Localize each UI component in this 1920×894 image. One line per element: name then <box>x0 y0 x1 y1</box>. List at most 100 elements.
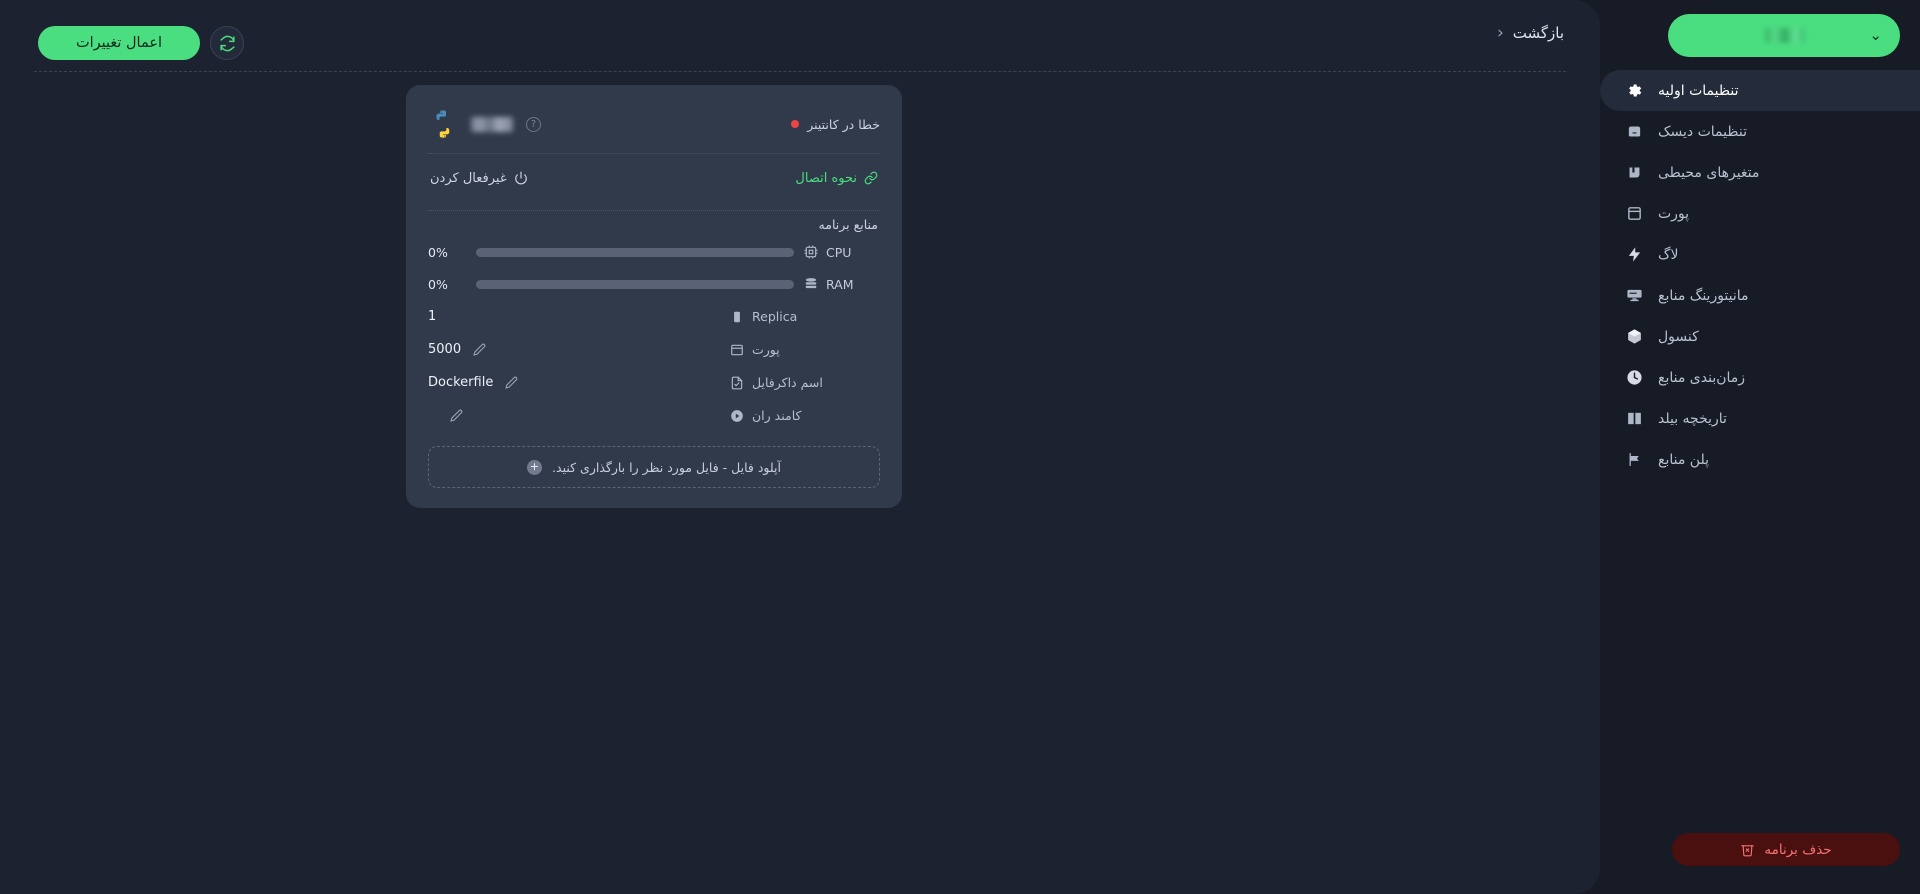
top-toolbar: اعمال تغییرات بازگشت ‹ <box>0 0 1600 72</box>
sidebar-item-env-vars[interactable]: متغیرهای محیطی <box>1600 152 1920 193</box>
connection-method-label: نحوه اتصال <box>795 170 857 186</box>
edit-port-button[interactable] <box>473 343 486 356</box>
field-row-run-command: کامند ران <box>428 399 880 432</box>
sidebar-item-label: زمان‌بندی منابع <box>1658 369 1746 386</box>
ram-icon <box>805 278 817 289</box>
ram-percent: 0% <box>428 276 448 292</box>
port-icon <box>731 344 743 355</box>
edit-dockerfile-button[interactable] <box>505 376 518 389</box>
refresh-button[interactable] <box>210 26 244 60</box>
sidebar-nav: تنظیمات اولیه تنظیمات دیسک متغیرهای محیط… <box>1600 70 1920 480</box>
run-command-label-group: کامند ران <box>730 408 880 423</box>
disable-label: غیرفعال کردن <box>430 170 507 186</box>
status-label: خطا در کانتینر <box>807 116 880 132</box>
sidebar-item-resource-monitoring[interactable]: مانیتورینگ منابع <box>1600 275 1920 316</box>
resources-section-title: منابع برنامه <box>818 217 878 232</box>
dockerfile-icon <box>731 376 743 389</box>
cpu-progress-bar <box>476 247 794 257</box>
right-sidebar: ⌄ تنظیمات اولیه تنظیمات دیسک متغیرهای مح… <box>1600 0 1920 894</box>
file-upload-dropzone[interactable]: آپلود فایل - فایل مورد نظر را بارگذاری ک… <box>428 446 880 488</box>
chevron-left-icon: ‹ <box>1496 22 1504 43</box>
replica-value-group: 1 <box>428 309 438 324</box>
main-content-panel: اعمال تغییرات بازگشت ‹ خطا در کانتینر ? <box>0 0 1600 894</box>
gear-icon <box>1624 82 1644 99</box>
clock-icon <box>1624 369 1644 386</box>
dockerfile-value-group: Dockerfile <box>428 375 518 390</box>
flag-icon <box>1624 451 1644 468</box>
sidebar-item-port[interactable]: پورت <box>1600 193 1920 234</box>
back-link[interactable]: بازگشت ‹ <box>1497 24 1564 42</box>
python-logo-icon <box>436 110 450 138</box>
power-icon <box>514 171 527 185</box>
ram-label-group: RAM <box>804 277 880 292</box>
sidebar-item-label: تاریخچه بیلد <box>1658 410 1727 427</box>
help-icon[interactable]: ? <box>526 116 541 132</box>
replica-icon <box>734 311 740 322</box>
refresh-icon <box>219 35 235 51</box>
replica-value: 1 <box>428 309 437 324</box>
sidebar-item-build-history[interactable]: تاریخچه بیلد <box>1600 398 1920 439</box>
delete-app-button[interactable]: حذف برنامه <box>1672 833 1900 866</box>
sidebar-item-label: متغیرهای محیطی <box>1658 164 1760 181</box>
status-badge: خطا در کانتینر <box>791 117 880 132</box>
card-divider-2 <box>428 210 880 211</box>
apply-changes-button[interactable]: اعمال تغییرات <box>38 26 200 60</box>
sidebar-item-resource-scheduling[interactable]: زمان‌بندی منابع <box>1600 357 1920 398</box>
field-row-replica: Replica 1 <box>428 300 880 333</box>
edit-run-command-button[interactable] <box>450 409 463 422</box>
port-value: 5000 <box>428 342 462 357</box>
disable-button[interactable]: غیرفعال کردن <box>430 171 528 186</box>
app-name-redacted <box>471 116 513 132</box>
app-settings-card: خطا در کانتینر ? نحوه اتصال غیرفعال کردن… <box>406 85 902 508</box>
port-label: پورت <box>752 342 780 357</box>
sidebar-item-label: کنسول <box>1658 328 1699 345</box>
sidebar-item-console[interactable]: کنسول <box>1600 316 1920 357</box>
run-command-value-group <box>428 409 463 422</box>
pencil-icon <box>505 376 518 389</box>
card-header: خطا در کانتینر ? <box>428 103 880 145</box>
app-selector-dropdown[interactable]: ⌄ <box>1668 14 1900 57</box>
cpu-label: CPU <box>826 244 852 260</box>
connection-row: نحوه اتصال غیرفعال کردن <box>428 154 880 202</box>
sidebar-item-label: تنظیمات دیسک <box>1658 123 1747 140</box>
port-window-icon <box>1624 205 1644 222</box>
delete-app-label: حذف برنامه <box>1764 841 1832 858</box>
pencil-icon <box>473 343 486 356</box>
link-icon <box>864 171 878 185</box>
cpu-label-group: CPU <box>804 245 880 260</box>
play-icon <box>731 409 743 422</box>
replica-label-group: Replica <box>730 309 880 324</box>
upload-label: آپلود فایل - فایل مورد نظر را بارگذاری ک… <box>552 459 781 475</box>
app-selector-value-redacted <box>1765 28 1806 43</box>
sidebar-item-disk-settings[interactable]: تنظیمات دیسک <box>1600 111 1920 152</box>
toolbar-divider <box>34 71 1566 72</box>
cube-icon <box>1624 328 1644 345</box>
dockerfile-value: Dockerfile <box>428 375 494 390</box>
field-row-port: پورت 5000 <box>428 333 880 366</box>
connection-method-link[interactable]: نحوه اتصال <box>795 171 878 186</box>
sidebar-item-log[interactable]: لاگ <box>1600 234 1920 275</box>
card-header-right: ? <box>428 109 541 139</box>
ram-label: RAM <box>826 276 854 292</box>
cpu-percent: 0% <box>428 244 448 260</box>
sidebar-item-label: تنظیمات اولیه <box>1658 82 1739 99</box>
sidebar-item-label: مانیتورینگ منابع <box>1658 287 1749 304</box>
status-dot-icon <box>791 120 800 128</box>
ram-progress-bar <box>476 279 794 289</box>
dockerfile-label-group: اسم داکرفایل <box>730 375 880 390</box>
sidebar-item-label: پورت <box>1658 205 1690 222</box>
cpu-icon <box>804 245 818 259</box>
run-command-label: کامند ران <box>752 408 802 423</box>
sidebar-item-initial-settings[interactable]: تنظیمات اولیه <box>1600 70 1920 111</box>
sidebar-item-resource-plan[interactable]: پلن منابع <box>1600 439 1920 480</box>
dockerfile-label: اسم داکرفایل <box>752 375 823 390</box>
resource-row-ram: RAM 0% <box>428 268 880 300</box>
resource-row-cpu: CPU 0% <box>428 236 880 268</box>
chevron-down-icon: ⌄ <box>1869 26 1882 44</box>
port-label-group: پورت <box>730 342 880 357</box>
plus-circle-icon: + <box>527 459 543 475</box>
sidebar-item-label: پلن منابع <box>1658 451 1709 468</box>
monitor-icon <box>1624 287 1644 304</box>
disk-icon <box>1624 123 1644 140</box>
bolt-icon <box>1624 246 1644 263</box>
